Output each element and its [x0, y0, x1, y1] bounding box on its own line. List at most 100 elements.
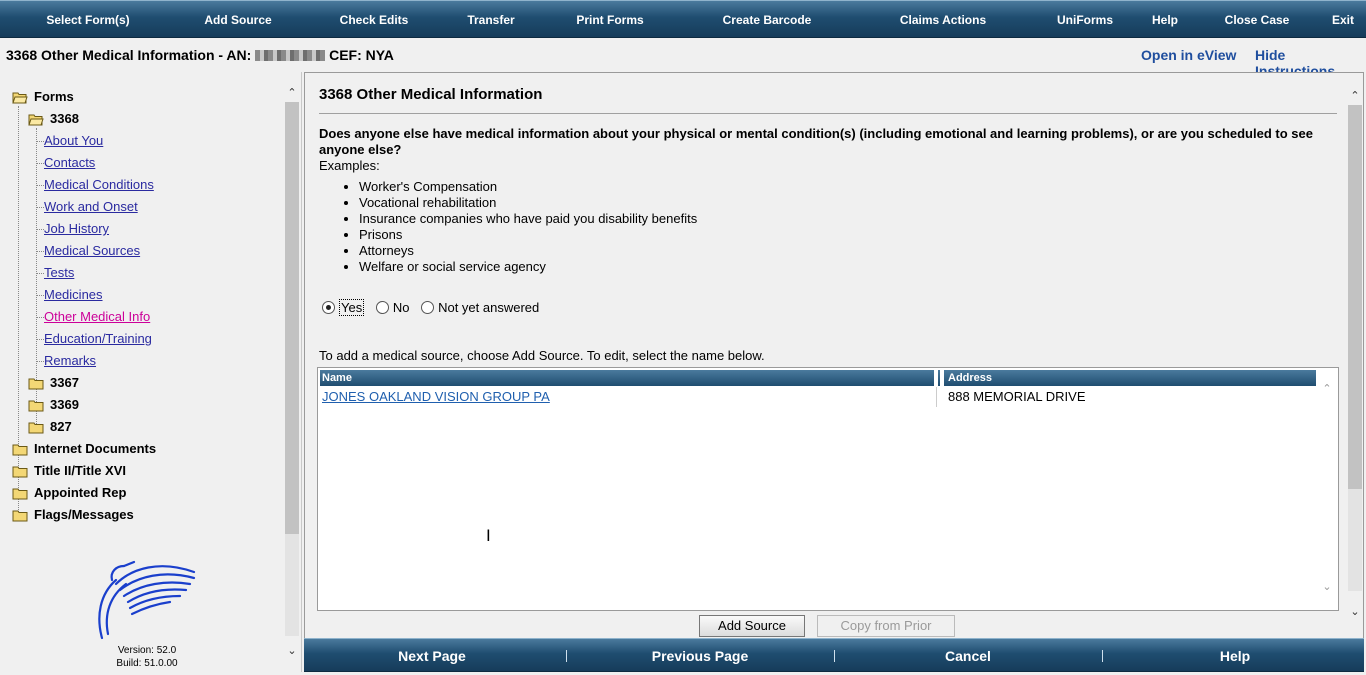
- sidebar-item-work-and-onset[interactable]: Work and Onset: [44, 197, 138, 217]
- sidebar-item-job-history[interactable]: Job History: [44, 219, 109, 239]
- redacted-account-number: [255, 50, 326, 61]
- content-scrollbar-thumb[interactable]: [1348, 105, 1362, 489]
- radio-not-yet-answered[interactable]: [421, 301, 435, 314]
- exit-menu[interactable]: Exit: [1332, 1, 1354, 39]
- content-scrollbar[interactable]: [1348, 105, 1362, 591]
- folder-icon: [12, 466, 28, 478]
- tree-folder-internet-documents[interactable]: Internet Documents: [12, 439, 156, 459]
- help-menu[interactable]: Help: [1152, 1, 1178, 39]
- cancel-button[interactable]: Cancel: [945, 639, 991, 673]
- tree-line: [36, 229, 44, 230]
- column-separator: [934, 370, 938, 386]
- sidebar-item-remarks[interactable]: Remarks: [44, 351, 96, 371]
- content-scroll-up-icon[interactable]: ⌃: [1347, 89, 1363, 103]
- tree-line: [36, 141, 44, 142]
- open-folder-icon: [28, 114, 44, 126]
- tree-line: [36, 251, 44, 252]
- claims-actions-menu[interactable]: Claims Actions: [900, 1, 986, 39]
- sidebar-item-contacts[interactable]: Contacts: [44, 153, 95, 173]
- grid-scrollbar[interactable]: [1320, 380, 1334, 594]
- help-button[interactable]: Help: [1220, 639, 1250, 673]
- folder-icon: [28, 400, 44, 412]
- close-case-menu[interactable]: Close Case: [1225, 1, 1290, 39]
- tree-line: [36, 207, 44, 208]
- list-item: Vocational rehabilitation: [359, 195, 697, 211]
- tree-folder-3368[interactable]: 3368: [28, 109, 79, 129]
- column-header-address[interactable]: Address: [946, 370, 1316, 386]
- version-text: Version: 52.0: [117, 645, 177, 656]
- sidebar-scrollbar[interactable]: [285, 102, 299, 636]
- examples-label: Examples:: [319, 158, 380, 173]
- uniforms-menu[interactable]: UniForms: [1057, 1, 1113, 39]
- next-page-button[interactable]: Next Page: [398, 639, 466, 673]
- tree-label-flags-messages: Flags/Messages: [34, 507, 134, 522]
- column-separator: [940, 370, 944, 386]
- sidebar-scroll-down-icon[interactable]: ⌄: [284, 644, 300, 658]
- tree-folder-title-ii-xvi[interactable]: Title II/Title XVI: [12, 461, 126, 481]
- sidebar-scroll-up-icon[interactable]: ⌃: [284, 86, 300, 100]
- radio-yes[interactable]: [322, 301, 335, 314]
- select-forms-menu[interactable]: Select Form(s): [46, 1, 129, 39]
- sidebar-scrollbar-thumb[interactable]: [285, 102, 299, 534]
- grid-header: Name Address: [320, 370, 1316, 386]
- source-name-link[interactable]: JONES OAKLAND VISION GROUP PA: [322, 387, 550, 407]
- sidebar-link-work-and-onset[interactable]: Work and Onset: [44, 199, 138, 214]
- tree-folder-appointed-rep[interactable]: Appointed Rep: [12, 483, 126, 503]
- sidebar-link-remarks[interactable]: Remarks: [44, 353, 96, 368]
- sidebar-item-about-you[interactable]: About You: [44, 131, 103, 151]
- sidebar-link-other-medical-info[interactable]: Other Medical Info: [44, 309, 150, 324]
- form-content-panel: 3368 Other Medical Information Does anyo…: [304, 72, 1364, 638]
- tree-folder-3367[interactable]: 3367: [28, 373, 79, 393]
- sidebar-item-medicines[interactable]: Medicines: [44, 285, 103, 305]
- tree-label-appointed-rep: Appointed Rep: [34, 485, 127, 500]
- create-barcode-menu[interactable]: Create Barcode: [723, 1, 812, 39]
- tree-folder-flags-messages[interactable]: Flags/Messages: [12, 505, 134, 525]
- radio-no[interactable]: [375, 301, 389, 314]
- grid-scroll-down-icon[interactable]: ⌄: [1319, 580, 1335, 594]
- sidebar-link-medical-sources[interactable]: Medical Sources: [44, 243, 140, 258]
- transfer-menu[interactable]: Transfer: [467, 1, 514, 39]
- print-forms-menu[interactable]: Print Forms: [576, 1, 643, 39]
- previous-page-button[interactable]: Previous Page: [652, 639, 749, 673]
- source-address: 888 MEMORIAL DRIVE: [948, 389, 1086, 404]
- tree-label-827: 827: [50, 419, 72, 434]
- grid-scroll-up-icon[interactable]: ⌃: [1319, 382, 1335, 396]
- radio-not-yet-answered-label[interactable]: Not yet answered: [438, 300, 539, 315]
- tree-label-title-ii-xvi: Title II/Title XVI: [34, 463, 126, 478]
- content-scroll-down-icon[interactable]: ⌄: [1347, 605, 1363, 619]
- sidebar-link-job-history[interactable]: Job History: [44, 221, 109, 236]
- sidebar-link-about-you[interactable]: About You: [44, 133, 103, 148]
- check-edits-menu[interactable]: Check Edits: [340, 1, 409, 39]
- column-header-name[interactable]: Name: [320, 370, 934, 386]
- tree-folder-3369[interactable]: 3369: [28, 395, 79, 415]
- list-item: Worker's Compensation: [359, 179, 697, 195]
- add-source-button[interactable]: Add Source: [699, 615, 805, 637]
- sidebar-item-medical-conditions[interactable]: Medical Conditions: [44, 175, 154, 195]
- tree-folder-forms[interactable]: Forms: [12, 87, 74, 107]
- radio-yes-label[interactable]: Yes: [339, 299, 365, 316]
- open-folder-icon: [12, 92, 28, 104]
- folder-icon: [28, 422, 44, 434]
- table-row[interactable]: JONES OAKLAND VISION GROUP PA 888 MEMORI…: [320, 387, 1316, 407]
- examples-list: Worker's Compensation Vocational rehabil…: [319, 179, 697, 275]
- tree-line: [36, 339, 44, 340]
- add-source-menu[interactable]: Add Source: [204, 1, 271, 39]
- sidebar-link-education-training[interactable]: Education/Training: [44, 331, 152, 346]
- sidebar-item-other-medical-info[interactable]: Other Medical Info: [44, 307, 150, 327]
- list-item: Prisons: [359, 227, 697, 243]
- sidebar-item-medical-sources[interactable]: Medical Sources: [44, 241, 140, 261]
- add-source-hint: To add a medical source, choose Add Sour…: [319, 348, 765, 363]
- sidebar-item-education-training[interactable]: Education/Training: [44, 329, 152, 349]
- sidebar-item-tests[interactable]: Tests: [44, 263, 74, 283]
- sidebar-link-medical-conditions[interactable]: Medical Conditions: [44, 177, 154, 192]
- radio-no-label[interactable]: No: [393, 300, 410, 315]
- sidebar-link-medicines[interactable]: Medicines: [44, 287, 103, 302]
- medical-sources-grid: Name Address JONES OAKLAND VISION GROUP …: [317, 367, 1339, 611]
- ssa-eagle-icon: [98, 560, 196, 640]
- tree-line: [36, 361, 44, 362]
- open-in-eview-link[interactable]: Open in eView: [1141, 47, 1236, 63]
- sidebar-link-contacts[interactable]: Contacts: [44, 155, 95, 170]
- sidebar-link-tests[interactable]: Tests: [44, 265, 74, 280]
- tree-folder-827[interactable]: 827: [28, 417, 72, 437]
- copy-from-prior-button[interactable]: Copy from Prior: [817, 615, 955, 637]
